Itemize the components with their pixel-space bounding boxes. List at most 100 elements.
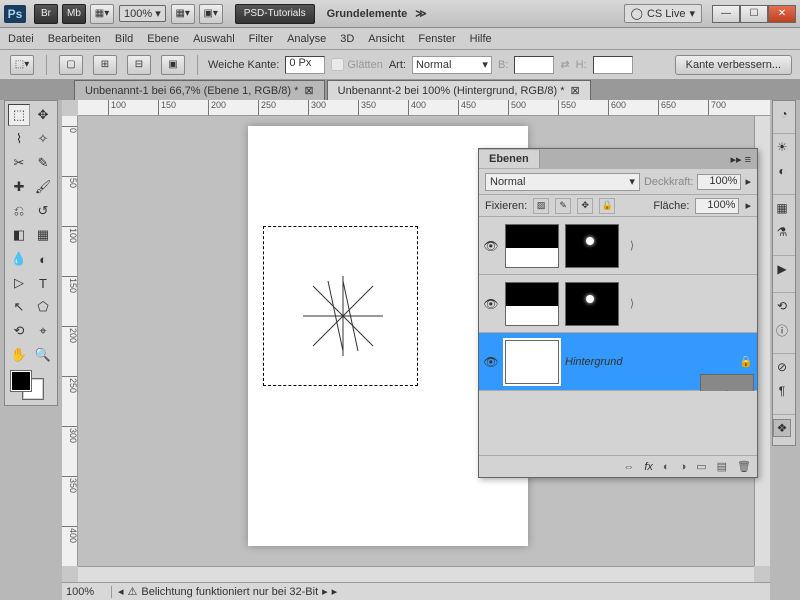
ruler-horizontal[interactable]: 100150200250300350400450500550600650700 xyxy=(78,100,770,116)
arrange-button[interactable]: ▦▾ xyxy=(171,4,195,24)
blend-mode-select[interactable]: Normal▾ xyxy=(485,173,640,191)
layers-menu-icon[interactable]: ▸▸ ≡ xyxy=(724,153,757,166)
layers-panel-icon[interactable]: ❖ xyxy=(773,419,791,437)
swatches-panel-icon[interactable]: ▦ xyxy=(773,199,791,217)
doc-tab-2[interactable]: Unbenannt-2 bei 100% (Hintergrund, RGB/8… xyxy=(327,80,591,100)
eyedropper-tool[interactable]: ✎ xyxy=(32,152,54,174)
workspace-more-icon[interactable]: ≫ xyxy=(415,7,427,20)
eraser-tool[interactable]: ◧ xyxy=(8,224,30,246)
feather-input[interactable]: 0 Px xyxy=(285,56,325,74)
bridge-button[interactable]: Br xyxy=(34,4,58,24)
3d-tool[interactable]: ⟲ xyxy=(8,320,30,342)
layer-mask-icon[interactable]: ◐ xyxy=(663,461,670,473)
gradient-tool[interactable]: ▦ xyxy=(32,224,54,246)
blur-tool[interactable]: 💧 xyxy=(8,248,30,270)
mask-thumb[interactable] xyxy=(565,224,619,268)
layer-row[interactable]: 👁 ⟩ ✶ xyxy=(479,275,757,333)
history-panel-icon[interactable]: ⟲ xyxy=(773,297,791,315)
fill-input[interactable]: 100% xyxy=(695,198,739,214)
dodge-tool[interactable]: ◐ xyxy=(32,248,54,270)
visibility-icon[interactable]: 👁 xyxy=(483,354,499,370)
tool-preset-button[interactable]: ⬚▾ xyxy=(10,55,34,75)
intersect-selection-button[interactable]: ▣ xyxy=(161,55,185,75)
path-tool[interactable]: ↖ xyxy=(8,296,30,318)
status-menu-icon[interactable]: ▸ xyxy=(332,585,338,598)
close-tab-icon[interactable]: ⊠ xyxy=(571,84,580,97)
visibility-icon[interactable]: 👁 xyxy=(483,296,499,312)
zoom-select[interactable]: 100% ▾ xyxy=(119,5,166,22)
workspace-label[interactable]: Grundelemente xyxy=(327,8,408,20)
styles-panel-icon[interactable]: ⚗ xyxy=(773,223,791,241)
menu-ebene[interactable]: Ebene xyxy=(147,33,179,45)
new-selection-button[interactable]: ▢ xyxy=(59,55,83,75)
screenmode-button[interactable]: ▣▾ xyxy=(199,4,223,24)
cslive-button[interactable]: ◯CS Live▾ xyxy=(624,4,702,23)
wand-tool[interactable]: ✧ xyxy=(32,128,54,150)
adjustment-thumb[interactable] xyxy=(505,282,559,326)
minimize-button[interactable]: — xyxy=(712,5,740,23)
menu-bild[interactable]: Bild xyxy=(115,33,133,45)
menu-hilfe[interactable]: Hilfe xyxy=(470,33,492,45)
pen-tool[interactable]: ▷ xyxy=(8,272,30,294)
group-icon[interactable]: ▭ xyxy=(696,460,706,473)
masks-panel-icon[interactable]: ◐ xyxy=(773,162,791,180)
lock-all-icon[interactable]: 🔒 xyxy=(599,198,615,214)
view-extras-button[interactable]: ▦▾ xyxy=(90,4,114,24)
paragraph-panel-icon[interactable]: ¶ xyxy=(773,382,791,400)
lasso-tool[interactable]: ⌇ xyxy=(8,128,30,150)
color-panel-icon[interactable]: ◔ xyxy=(775,105,793,123)
link-layers-icon[interactable]: ⇔ xyxy=(623,461,634,473)
lock-image-icon[interactable]: ✎ xyxy=(555,198,571,214)
opacity-slider-icon[interactable]: ▸ xyxy=(745,175,751,188)
layers-tab-title[interactable]: Ebenen xyxy=(479,150,540,168)
menu-auswahl[interactable]: Auswahl xyxy=(193,33,235,45)
mask-thumb[interactable] xyxy=(565,282,619,326)
add-selection-button[interactable]: ⊞ xyxy=(93,55,117,75)
smart-thumb[interactable]: ✶ xyxy=(700,374,754,392)
brush-tool[interactable]: 🖌 xyxy=(32,176,54,198)
layer-name[interactable]: Hintergrund xyxy=(565,356,733,368)
shape-tool[interactable]: ⬠ xyxy=(32,296,54,318)
history-brush-tool[interactable]: ↺ xyxy=(32,200,54,222)
tutorials-button[interactable]: PSD-Tutorials xyxy=(235,4,315,24)
actions-panel-icon[interactable]: ▶ xyxy=(773,260,791,278)
menu-fenster[interactable]: Fenster xyxy=(418,33,455,45)
maximize-button[interactable]: ☐ xyxy=(740,5,768,23)
menu-bearbeiten[interactable]: Bearbeiten xyxy=(48,33,101,45)
crop-tool[interactable]: ✂ xyxy=(8,152,30,174)
status-zoom[interactable]: 100% xyxy=(62,586,112,598)
character-panel-icon[interactable]: ⊘ xyxy=(773,358,791,376)
refine-edge-button[interactable]: Kante verbessern... xyxy=(675,55,792,75)
minibridge-button[interactable]: Mb xyxy=(62,4,86,24)
opacity-input[interactable]: 100% xyxy=(697,174,741,190)
close-tab-icon[interactable]: ⊠ xyxy=(304,84,313,97)
marquee-tool[interactable]: ⬚ xyxy=(8,104,30,126)
hand-tool[interactable]: ✋ xyxy=(8,344,30,366)
layer-fx-icon[interactable]: fx xyxy=(644,461,653,473)
new-layer-icon[interactable]: ▤ xyxy=(717,460,727,473)
style-select[interactable]: Normal▾ xyxy=(412,56,492,74)
delete-layer-icon[interactable]: 🗑 xyxy=(737,460,751,473)
visibility-icon[interactable]: 👁 xyxy=(483,238,499,254)
menu-ansicht[interactable]: Ansicht xyxy=(368,33,404,45)
ruler-vertical[interactable]: 050100150200250300350400 xyxy=(62,116,78,566)
status-next-icon[interactable]: ▸ xyxy=(322,585,328,598)
subtract-selection-button[interactable]: ⊟ xyxy=(127,55,151,75)
lock-transparent-icon[interactable]: ▨ xyxy=(533,198,549,214)
menu-3d[interactable]: 3D xyxy=(340,33,354,45)
menu-datei[interactable]: Datei xyxy=(8,33,34,45)
heal-tool[interactable]: ✚ xyxy=(8,176,30,198)
lock-position-icon[interactable]: ✥ xyxy=(577,198,593,214)
adjustment-layer-icon[interactable]: ◑ xyxy=(680,461,687,473)
zoom-tool[interactable]: 🔍 xyxy=(32,344,54,366)
3dcam-tool[interactable]: ⌖ xyxy=(32,320,54,342)
type-tool[interactable]: T xyxy=(32,272,54,294)
scrollbar-horizontal[interactable] xyxy=(78,566,754,582)
stamp-tool[interactable]: ⎌ xyxy=(8,200,30,222)
adjustment-thumb[interactable] xyxy=(505,224,559,268)
info-panel-icon[interactable]: ⓘ xyxy=(773,321,791,339)
fill-slider-icon[interactable]: ▸ xyxy=(745,199,751,212)
move-tool[interactable]: ✥ xyxy=(32,104,54,126)
doc-tab-1[interactable]: Unbenannt-1 bei 66,7% (Ebene 1, RGB/8) *… xyxy=(74,80,325,100)
status-prev-icon[interactable]: ◂ xyxy=(118,585,124,598)
